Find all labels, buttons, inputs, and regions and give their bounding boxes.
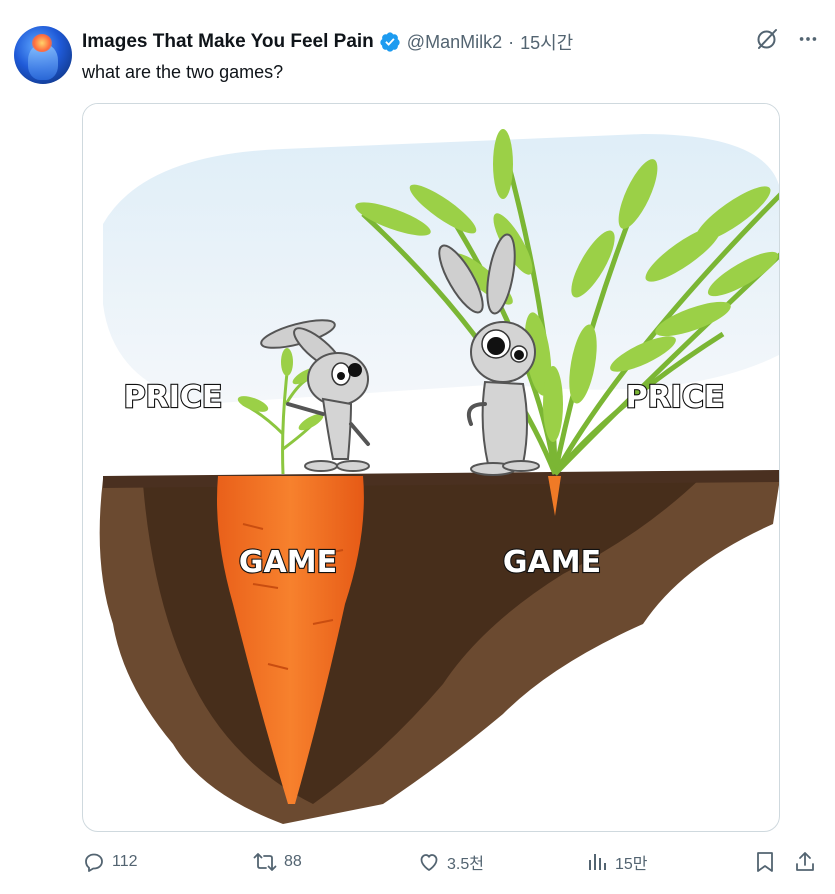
- views-button[interactable]: 15만: [585, 850, 648, 874]
- bookmark-icon: [754, 850, 776, 874]
- repost-button[interactable]: 88: [252, 850, 302, 874]
- grok-icon[interactable]: [755, 27, 779, 51]
- share-icon: [794, 850, 816, 874]
- right-price-label: PRICE: [626, 380, 725, 415]
- views-count: 15만: [615, 856, 648, 873]
- reply-icon: [82, 850, 106, 874]
- tweet-text: what are the two games?: [82, 62, 284, 82]
- like-count: 3.5천: [447, 856, 484, 873]
- avatar-glow: [32, 34, 52, 52]
- heart-icon: [417, 850, 441, 874]
- reply-count: 112: [112, 853, 138, 870]
- like-button[interactable]: 3.5천: [417, 850, 484, 874]
- tweet-card[interactable]: Images That Make You Feel Pain @ManMilk2…: [0, 0, 835, 894]
- avatar[interactable]: [14, 26, 72, 84]
- left-game-label: GAME: [239, 545, 337, 580]
- author-handle[interactable]: @ManMilk2: [407, 32, 502, 53]
- author-name[interactable]: Images That Make You Feel Pain: [82, 31, 374, 53]
- repost-count: 88: [284, 853, 302, 870]
- right-game-label: GAME: [503, 545, 601, 580]
- verified-badge-icon: [379, 31, 401, 53]
- action-bar: 112 88 3.5천 15만: [82, 850, 822, 880]
- carrot-meme-image: PRICE GAME PRICE GAME: [83, 104, 779, 824]
- timestamp[interactable]: 15시간: [520, 29, 573, 55]
- left-price-label: PRICE: [124, 380, 223, 415]
- reply-button[interactable]: 112: [82, 850, 138, 874]
- top-actions: [755, 27, 819, 51]
- separator-dot: ·: [508, 31, 515, 52]
- bookmark-button[interactable]: [754, 850, 776, 874]
- repost-icon: [252, 850, 278, 874]
- tweet-media[interactable]: PRICE GAME PRICE GAME: [82, 103, 780, 832]
- views-icon: [585, 850, 609, 874]
- tweet-header: Images That Make You Feel Pain @ManMilk2…: [82, 29, 573, 55]
- more-icon[interactable]: [797, 28, 819, 50]
- share-button[interactable]: [794, 850, 816, 874]
